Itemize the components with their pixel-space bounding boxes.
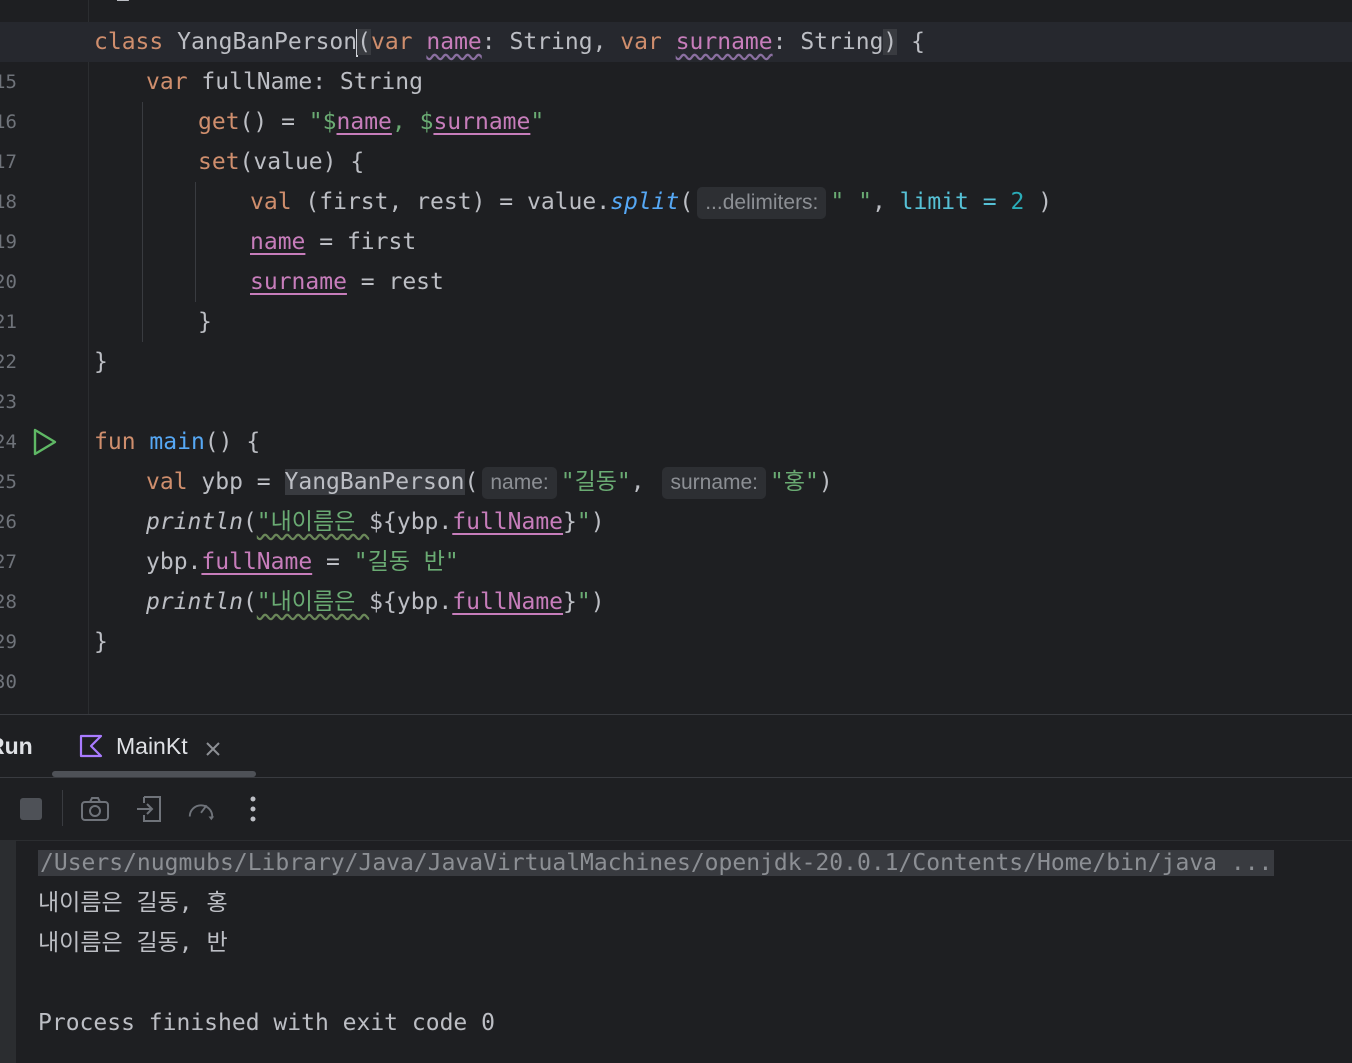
- param: value: [526, 189, 597, 215]
- tab-label: MainKt: [116, 732, 188, 759]
- code-line[interactable]: 31: [0, 662, 1352, 714]
- string-literal: "내이름은: [256, 589, 370, 615]
- more-options-icon[interactable]: [238, 794, 268, 824]
- kotlin-file-icon: [78, 733, 104, 759]
- camera-icon[interactable]: [80, 794, 110, 824]
- property: name: [250, 229, 306, 255]
- code-line[interactable]: 16 var fullName: String: [0, 62, 1352, 133]
- keyword: var: [146, 69, 188, 95]
- code-line[interactable]: 25 fun main() {: [0, 422, 1352, 493]
- code-line[interactable]: 23 }: [0, 342, 1352, 413]
- property: name: [426, 29, 482, 55]
- restore-layout-icon[interactable]: [134, 794, 164, 824]
- console-output[interactable]: /Users/nugmubs/Library/Java/JavaVirtualM…: [38, 843, 1338, 1043]
- run-toolbar: [0, 778, 1352, 841]
- keyword: fun: [94, 429, 136, 455]
- variable: first: [346, 229, 417, 255]
- code-line[interactable]: 14 =: [0, 0, 1352, 49]
- function-name: main: [149, 429, 205, 455]
- property: fullName: [452, 589, 564, 615]
- function-call: split: [610, 189, 680, 215]
- parameter-hint: name:: [482, 467, 557, 499]
- property: fullName: [452, 509, 564, 535]
- string-literal: "내이름은: [256, 509, 370, 535]
- property: surname: [433, 109, 531, 135]
- close-icon[interactable]: [204, 737, 222, 756]
- code-line[interactable]: 20 name = first: [0, 222, 1352, 293]
- string-literal: "홍": [770, 469, 819, 495]
- keyword: get: [198, 109, 240, 135]
- console-command-line[interactable]: /Users/nugmubs/Library/Java/JavaVirtualM…: [38, 850, 1275, 876]
- variable: ybp: [146, 549, 188, 575]
- class-name: YangBanPerson: [177, 29, 358, 55]
- profiler-icon[interactable]: [186, 794, 216, 824]
- type: String: [800, 29, 884, 55]
- string-literal: " ": [830, 189, 872, 215]
- string-literal: "길동": [560, 469, 631, 495]
- code-editor[interactable]: 14 = 15 class YangBanPerson(var name: St…: [0, 0, 1352, 714]
- tab-mainkt[interactable]: MainKt: [78, 731, 222, 761]
- variable: first: [319, 189, 389, 215]
- keyword: var: [370, 29, 413, 55]
- variable: rest: [388, 269, 444, 295]
- stop-icon[interactable]: [16, 794, 46, 824]
- code-line[interactable]: 19 val (first, rest) = value.split(...de…: [0, 182, 1352, 253]
- property-decl: fullName: [201, 69, 313, 95]
- variable: ybp: [396, 589, 439, 615]
- variable: ybp: [396, 509, 439, 535]
- code-line-current[interactable]: 15 class YangBanPerson(var name: String,…: [0, 22, 1352, 93]
- console-line: Process finished with exit code 0: [38, 1010, 495, 1036]
- number: 2: [1010, 189, 1025, 215]
- run-tool-window: Run MainKt /Users/nug: [0, 714, 1352, 1063]
- code-line[interactable]: 26 val ybp = YangBanPerson(name:"길동", su…: [0, 462, 1352, 533]
- keyword: set: [198, 149, 240, 175]
- code-line[interactable]: 17 get() = "$name, $surname": [0, 102, 1352, 173]
- string-literal: "길동 반": [353, 549, 459, 575]
- indent-guide: [142, 102, 143, 342]
- console-gutter: [0, 841, 16, 1063]
- active-tab-indicator: [52, 771, 256, 777]
- code-line[interactable]: 21 surname = rest: [0, 262, 1352, 333]
- keyword: var: [620, 29, 662, 55]
- console-line: 내이름은 길동, 홍: [38, 890, 228, 916]
- type: String: [509, 29, 593, 55]
- code-line[interactable]: 30 }: [0, 622, 1352, 693]
- type: String: [339, 69, 423, 95]
- class-ref: YangBanPerson: [284, 469, 465, 495]
- param: value: [253, 149, 323, 175]
- keyword: class: [94, 29, 164, 55]
- run-tab-bar: Run MainKt: [0, 715, 1352, 778]
- run-gutter-icon[interactable]: [32, 428, 58, 456]
- console-line: 내이름은 길동, 반: [38, 930, 228, 956]
- code-line[interactable]: 27 println("내이름은 ${ybp.fullName}"): [0, 502, 1352, 573]
- property: name: [336, 109, 392, 135]
- function-call: println: [146, 589, 243, 615]
- indent-guide: [195, 182, 196, 302]
- keyword: val: [146, 469, 188, 495]
- function-call: println: [146, 509, 243, 535]
- code-line[interactable]: 22 }: [0, 302, 1352, 373]
- parameter-hint: ...delimiters:: [697, 187, 827, 219]
- property: surname: [250, 269, 347, 295]
- parameter-hint: surname:: [662, 467, 767, 499]
- code-line[interactable]: 24: [0, 382, 1352, 453]
- keyword: val: [250, 189, 292, 215]
- code-line[interactable]: 28 ybp.fullName = "길동 반": [0, 542, 1352, 613]
- toolbar-separator: [62, 790, 63, 826]
- property: surname: [675, 29, 773, 55]
- code-line[interactable]: 29 println("내이름은 ${ybp.fullName}"): [0, 582, 1352, 653]
- variable: ybp: [201, 469, 243, 495]
- property: fullName: [201, 549, 313, 575]
- line-number: 31: [0, 702, 24, 714]
- code-line[interactable]: 18 set(value) {: [0, 142, 1352, 213]
- variable: rest: [416, 189, 472, 215]
- named-arg: limit: [899, 189, 969, 215]
- run-panel-title: Run: [0, 733, 33, 759]
